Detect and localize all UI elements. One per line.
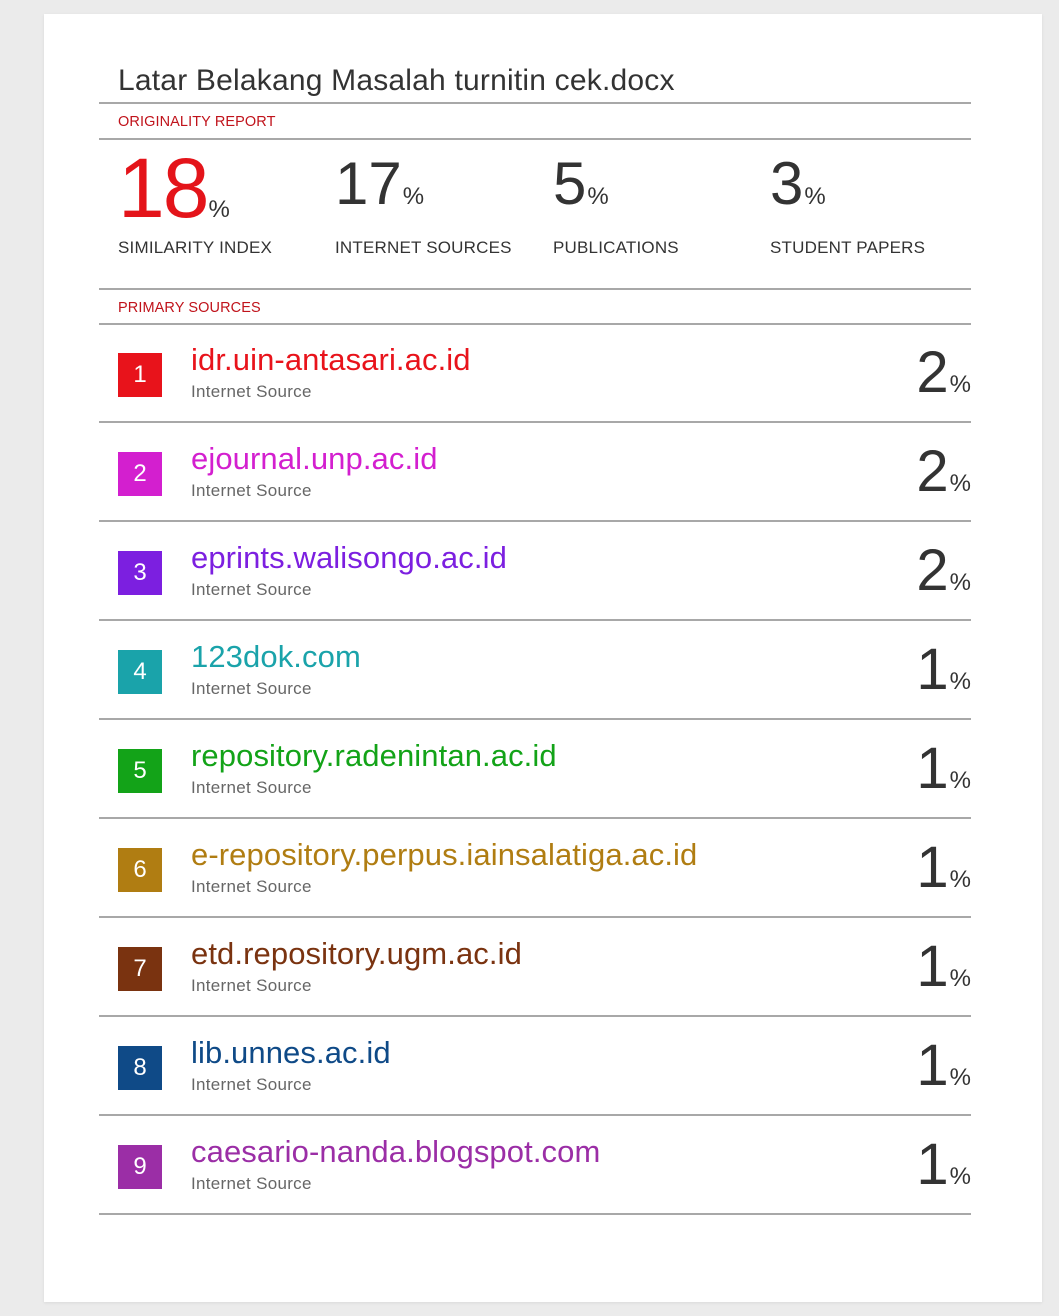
source-row: 5 repository.radenintan.ac.id Internet Sou… (99, 720, 971, 819)
percent-sign: % (402, 183, 425, 210)
source-rank-badge: 6 (118, 848, 162, 892)
source-row: 1 idr.uin-antasari.ac.id Internet Source 2% (99, 324, 971, 423)
percent-sign: % (949, 965, 971, 992)
source-type: Internet Source (191, 1174, 312, 1193)
source-link[interactable]: idr.uin-antasari.ac.id (191, 342, 471, 378)
source-percent-value: 1 (916, 637, 949, 702)
percent-sign: % (949, 668, 971, 695)
source-percent: 1% (916, 740, 971, 798)
source-link[interactable]: repository.radenintan.ac.id (191, 738, 557, 774)
source-link[interactable]: 123dok.com (191, 639, 361, 675)
report-page: Latar Belakang Masalah turnitin cek.docx… (44, 14, 1042, 1302)
source-rank-badge: 2 (118, 452, 162, 496)
source-type: Internet Source (191, 877, 312, 896)
percent-sign: % (208, 196, 230, 223)
internet-sources-value: 17 (335, 150, 402, 217)
source-percent-value: 1 (916, 835, 949, 900)
percent-sign: % (949, 866, 971, 893)
source-type: Internet Source (191, 778, 312, 797)
percent-sign: % (949, 1163, 971, 1190)
source-link[interactable]: lib.unnes.ac.id (191, 1035, 391, 1071)
source-row: 7 etd.repository.ugm.ac.id Internet Source… (99, 918, 971, 1017)
source-row: 8 lib.unnes.ac.id Internet Source 1% (99, 1017, 971, 1116)
primary-sources-label: PRIMARY SOURCES (118, 300, 261, 316)
source-percent-value: 2 (916, 340, 949, 405)
percent-sign: % (949, 767, 971, 794)
source-rank-badge: 4 (118, 650, 162, 694)
source-percent: 2% (916, 443, 971, 501)
internet-sources-label: INTERNET SOURCES (335, 238, 512, 257)
source-percent-value: 2 (916, 538, 949, 603)
student-papers-stat: 3% STUDENT PAPERS (770, 150, 925, 258)
source-rank-badge: 1 (118, 353, 162, 397)
source-percent: 1% (916, 839, 971, 897)
student-papers-label: STUDENT PAPERS (770, 238, 926, 257)
student-papers-value: 3 (770, 150, 804, 217)
source-row: 9 caesario-nanda.blogspot.com Internet Sou… (99, 1116, 971, 1215)
source-link[interactable]: eprints.walisongo.ac.id (191, 540, 507, 576)
publications-value: 5 (553, 150, 587, 217)
source-percent: 1% (916, 938, 971, 996)
source-type: Internet Source (191, 580, 312, 599)
source-link[interactable]: caesario-nanda.blogspot.com (191, 1134, 600, 1170)
source-link[interactable]: e-repository.perpus.iainsalatiga.ac.id (191, 837, 697, 873)
percent-sign: % (587, 183, 609, 210)
source-percent-value: 1 (916, 1033, 949, 1098)
stats-divider (99, 288, 971, 290)
publications-label: PUBLICATIONS (553, 238, 679, 257)
source-row: 6 e-repository.perpus.iainsalatiga.ac.id I… (99, 819, 971, 918)
source-percent: 2% (916, 344, 971, 402)
source-type: Internet Source (191, 382, 312, 401)
similarity-index-value: 18 (118, 141, 209, 235)
source-rank-badge: 8 (118, 1046, 162, 1090)
percent-sign: % (804, 183, 826, 210)
percent-sign: % (949, 470, 971, 497)
source-percent-value: 1 (916, 934, 949, 999)
primary-sources-list: 1 idr.uin-antasari.ac.id Internet Source 2%… (99, 324, 971, 1215)
source-percent-value: 1 (916, 736, 949, 801)
publications-stat: 5% PUBLICATIONS (553, 150, 679, 258)
source-rank-badge: 9 (118, 1145, 162, 1189)
source-row: 4 123dok.com Internet Source 1% (99, 621, 971, 720)
source-percent-value: 2 (916, 439, 949, 504)
source-link[interactable]: ejournal.unp.ac.id (191, 441, 438, 477)
originality-divider (99, 138, 971, 140)
title-divider (99, 102, 971, 104)
source-row: 3 eprints.walisongo.ac.id Internet Source 2… (99, 522, 971, 621)
source-type: Internet Source (191, 1075, 312, 1094)
source-percent-value: 1 (916, 1132, 949, 1197)
internet-sources-stat: 17% INTERNET SOURCES (335, 150, 511, 258)
percent-sign: % (949, 371, 971, 398)
source-percent: 1% (916, 1136, 971, 1194)
source-rank-badge: 5 (118, 749, 162, 793)
percent-sign: % (949, 569, 971, 596)
source-type: Internet Source (191, 481, 312, 500)
source-type: Internet Source (191, 679, 312, 698)
source-rank-badge: 3 (118, 551, 162, 595)
similarity-index-label: SIMILARITY INDEX (118, 238, 273, 257)
source-rank-badge: 7 (118, 947, 162, 991)
document-title: Latar Belakang Masalah turnitin cek.docx (118, 64, 675, 97)
source-type: Internet Source (191, 976, 312, 995)
source-link[interactable]: etd.repository.ugm.ac.id (191, 936, 522, 972)
similarity-index-stat: 18% SIMILARITY INDEX (118, 141, 272, 257)
row-divider (99, 1213, 971, 1215)
originality-report-label: ORIGINALITY REPORT (118, 114, 276, 130)
source-percent: 1% (916, 1037, 971, 1095)
source-percent: 2% (916, 542, 971, 600)
percent-sign: % (949, 1064, 971, 1091)
source-row: 2 ejournal.unp.ac.id Internet Source 2% (99, 423, 971, 522)
source-percent: 1% (916, 641, 971, 699)
